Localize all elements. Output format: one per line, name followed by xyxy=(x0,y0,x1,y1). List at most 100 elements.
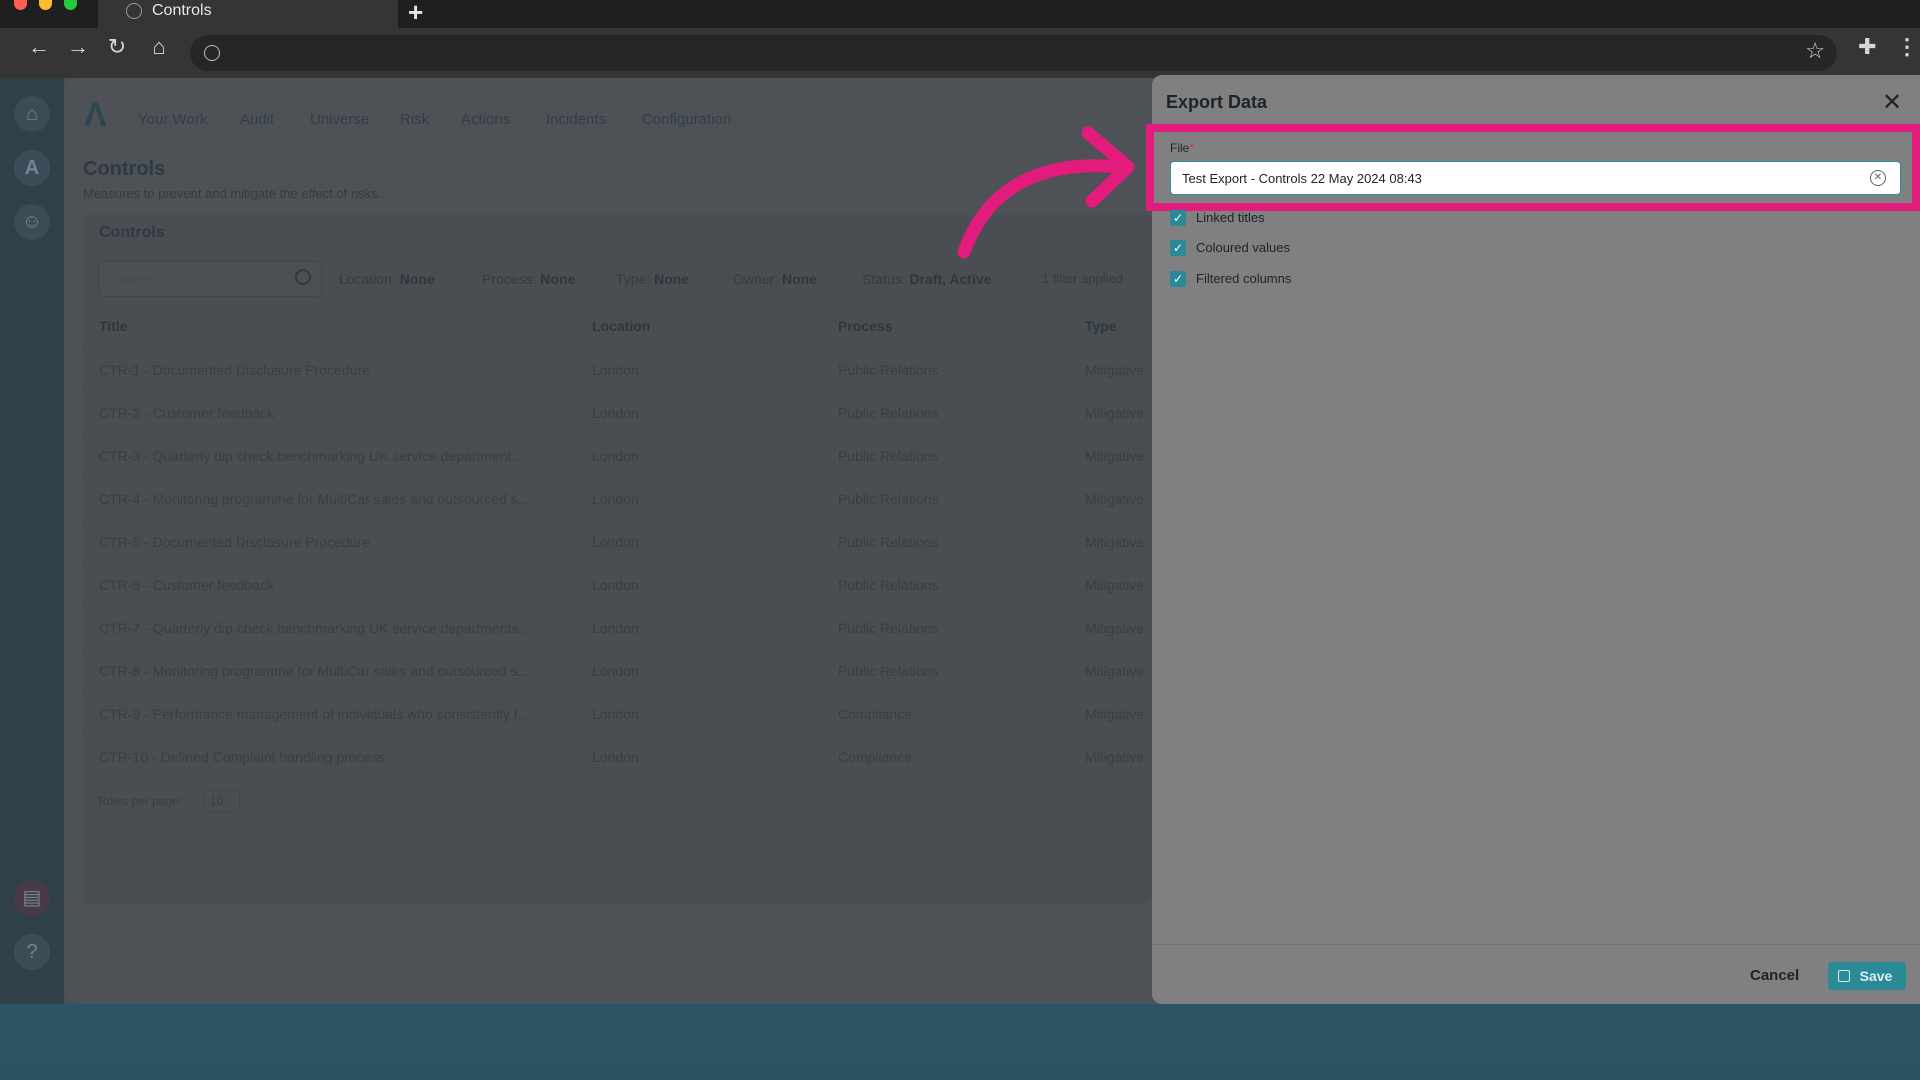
browser-tab-title: Controls xyxy=(152,2,212,19)
address-bar[interactable]: ☆ xyxy=(190,35,1837,71)
cell-title: CTR-7 - Quarterly dip check benchmarking… xyxy=(99,620,531,636)
table-row[interactable]: CTR-10 - Defined Complaint handling proc… xyxy=(83,735,1152,778)
cell-location: London xyxy=(592,620,639,636)
nav-configuration[interactable]: Configuration xyxy=(642,111,731,128)
app-a-icon[interactable]: A xyxy=(14,150,50,186)
column-location[interactable]: Location xyxy=(592,318,650,334)
search-icon xyxy=(295,269,311,285)
nav-audit[interactable]: Audit xyxy=(240,111,274,128)
filtered-columns-checkbox[interactable]: ✓ xyxy=(1170,271,1186,287)
drawer-footer xyxy=(1152,944,1920,1004)
close-icon[interactable]: ✕ xyxy=(1882,88,1902,117)
page-subtitle: Measures to prevent and mitigate the eff… xyxy=(83,186,382,201)
table-row[interactable]: CTR-5 - Documented Disclosure Procedure L… xyxy=(83,520,1152,563)
side-rail: ⌂ A ☺ ▤ ? xyxy=(0,78,64,1004)
reload-icon[interactable]: ↻ xyxy=(102,34,132,60)
cell-title: CTR-2 - Customer feedback xyxy=(99,405,275,421)
table-row[interactable]: CTR-9 - Performance management of indivi… xyxy=(83,692,1152,735)
table-row[interactable]: CTR-3 - Quarterly dip check benchmarking… xyxy=(83,434,1152,477)
cell-process: Compliance xyxy=(838,706,912,722)
filter-location[interactable]: Location: None xyxy=(339,271,435,287)
table-row[interactable]: CTR-2 - Customer feedback London Public Re… xyxy=(83,391,1152,434)
nav-universe[interactable]: Universe xyxy=(310,111,369,128)
column-title[interactable]: Title xyxy=(99,318,128,334)
export-drawer xyxy=(1152,75,1920,1004)
back-arrow-icon[interactable]: ← xyxy=(24,34,54,60)
new-tab-button[interactable]: + xyxy=(408,0,423,28)
annotation-highlight-box xyxy=(1146,124,1920,211)
globe-icon xyxy=(126,3,142,19)
cancel-button[interactable]: Cancel xyxy=(1750,960,1799,990)
filter-process[interactable]: Process: None xyxy=(482,271,575,287)
cell-type: Mitigative xyxy=(1085,749,1145,765)
cell-type: Mitigative xyxy=(1085,706,1145,722)
nav-your-work[interactable]: Your Work xyxy=(138,111,207,128)
home-nav-icon[interactable]: ⌂ xyxy=(14,96,50,132)
home-icon[interactable]: ⌂ xyxy=(144,34,174,60)
cell-type: Mitigative xyxy=(1085,448,1145,464)
cell-type: Mitigative xyxy=(1085,362,1145,378)
cell-title: CTR-8 - Monitoring programme for MultiCa… xyxy=(99,663,530,679)
nav-actions[interactable]: Actions xyxy=(461,111,510,128)
table-row[interactable]: CTR-1 - Documented Disclosure Procedure L… xyxy=(83,348,1152,391)
cell-location: London xyxy=(592,362,639,378)
coloured-values-checkbox[interactable]: ✓ xyxy=(1170,240,1186,256)
user-avatar[interactable]: ▤ xyxy=(14,880,50,916)
browser-toolbar: ← → ↻ ⌂ ☆ ✚ ⋮ xyxy=(0,28,1920,78)
nav-incidents[interactable]: Incidents xyxy=(546,111,606,128)
extensions-icon[interactable]: ✚ xyxy=(1858,34,1876,60)
column-type[interactable]: Type xyxy=(1085,318,1117,334)
browser-tab-strip: Controls + xyxy=(0,0,1920,28)
cell-location: London xyxy=(592,749,639,765)
rows-per-page-select[interactable]: 10 xyxy=(204,790,240,812)
site-info-icon[interactable] xyxy=(204,45,220,61)
linked-titles-label: Linked titles xyxy=(1196,210,1265,225)
save-button[interactable]: Save xyxy=(1828,962,1906,990)
cell-process: Compliance xyxy=(838,749,912,765)
cell-location: London xyxy=(592,534,639,550)
cell-process: Public Relations xyxy=(838,405,939,421)
maximize-window-button[interactable] xyxy=(64,0,77,10)
cell-type: Mitigative xyxy=(1085,663,1145,679)
minimize-window-button[interactable] xyxy=(39,0,52,10)
filter-status[interactable]: Status: Draft, Active xyxy=(862,271,991,287)
cell-type: Mitigative xyxy=(1085,577,1145,593)
filter-owner[interactable]: Owner: None xyxy=(733,271,817,287)
cell-title: CTR-3 - Quarterly dip check benchmarking… xyxy=(99,448,524,464)
column-process[interactable]: Process xyxy=(838,318,892,334)
cell-process: Public Relations xyxy=(838,491,939,507)
filter-type[interactable]: Type: None xyxy=(616,271,689,287)
cell-process: Public Relations xyxy=(838,448,939,464)
app-logo: Λ xyxy=(84,96,107,134)
bookmark-star-icon[interactable]: ☆ xyxy=(1805,38,1825,64)
table-row[interactable]: CTR-8 - Monitoring programme for MultiCa… xyxy=(83,649,1152,692)
filtered-columns-label: Filtered columns xyxy=(1196,271,1292,286)
save-disk-icon xyxy=(1838,970,1850,982)
cell-title: CTR-1 - Documented Disclosure Procedure xyxy=(99,362,370,378)
cell-process: Public Relations xyxy=(838,663,939,679)
linked-titles-checkbox[interactable]: ✓ xyxy=(1170,210,1186,226)
table-row[interactable]: CTR-7 - Quarterly dip check benchmarking… xyxy=(83,606,1152,649)
support-icon[interactable]: ☺ xyxy=(14,204,50,240)
cell-location: London xyxy=(592,577,639,593)
page-title: Controls xyxy=(83,158,166,180)
table-row[interactable]: CTR-6 - Customer feedback London Public Re… xyxy=(83,563,1152,606)
table-row[interactable]: CTR-4 - Monitoring programme for MultiCa… xyxy=(83,477,1152,520)
close-window-button[interactable] xyxy=(14,0,27,10)
browser-menu-icon[interactable]: ⋮ xyxy=(1896,34,1918,60)
help-icon[interactable]: ? xyxy=(14,934,50,970)
filter-count: 1 filter applied xyxy=(1042,271,1123,286)
cell-type: Mitigative xyxy=(1085,405,1145,421)
forward-arrow-icon[interactable]: → xyxy=(63,34,93,60)
save-label: Save xyxy=(1859,968,1893,984)
cell-location: London xyxy=(592,405,639,421)
search-input[interactable]: Search xyxy=(98,261,322,297)
browser-tab[interactable]: Controls xyxy=(98,0,398,28)
cell-title: CTR-6 - Customer feedback xyxy=(99,577,275,593)
nav-risk[interactable]: Risk xyxy=(400,111,429,128)
cell-location: London xyxy=(592,663,639,679)
cell-process: Public Relations xyxy=(838,362,939,378)
cell-process: Public Relations xyxy=(838,620,939,636)
cell-title: CTR-5 - Documented Disclosure Procedure xyxy=(99,534,370,550)
annotation-arrow-icon xyxy=(957,126,1135,259)
